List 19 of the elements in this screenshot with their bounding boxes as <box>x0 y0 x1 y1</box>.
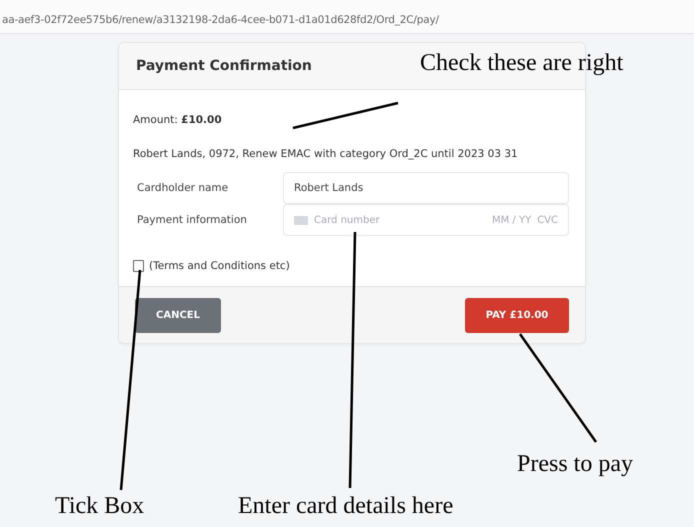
annotation-text: Enter card details here <box>238 493 454 520</box>
dialog-title: Payment Confirmation <box>136 58 312 74</box>
pay-button[interactable]: PAY £10.00 <box>465 298 569 332</box>
field-label: Payment information <box>136 214 248 226</box>
field-label: Cardholder name <box>136 182 230 194</box>
amount-text: Amount: £10.00 <box>133 114 223 126</box>
annotation-text: Check these are right <box>420 50 624 77</box>
cancel-button[interactable]: CANCEL <box>135 298 221 332</box>
card-number-placeholder: Card number <box>314 214 380 226</box>
cardholder-input[interactable]: Robert Lands <box>283 172 569 204</box>
cvc-placeholder: CVC <box>537 214 558 226</box>
page-url: aa-aef3-02f72ee575b6/renew/a3132198-2da6-4cee-b071-d1a01d628fd2/Ord_2C/pay/ <box>2 14 439 26</box>
expiry-placeholder: MM / YY <box>492 214 532 226</box>
terms-label: (Terms and Conditions etc) <box>149 260 290 272</box>
annotation-text: Press to pay <box>517 451 633 478</box>
card-icon <box>294 216 308 224</box>
terms-checkbox[interactable] <box>133 260 144 272</box>
order-description: Robert Lands, 0972, Renew EMAC with category Ord_2C until 2023 03 31 <box>133 148 519 160</box>
annotation-text: Tick Box <box>55 493 144 520</box>
